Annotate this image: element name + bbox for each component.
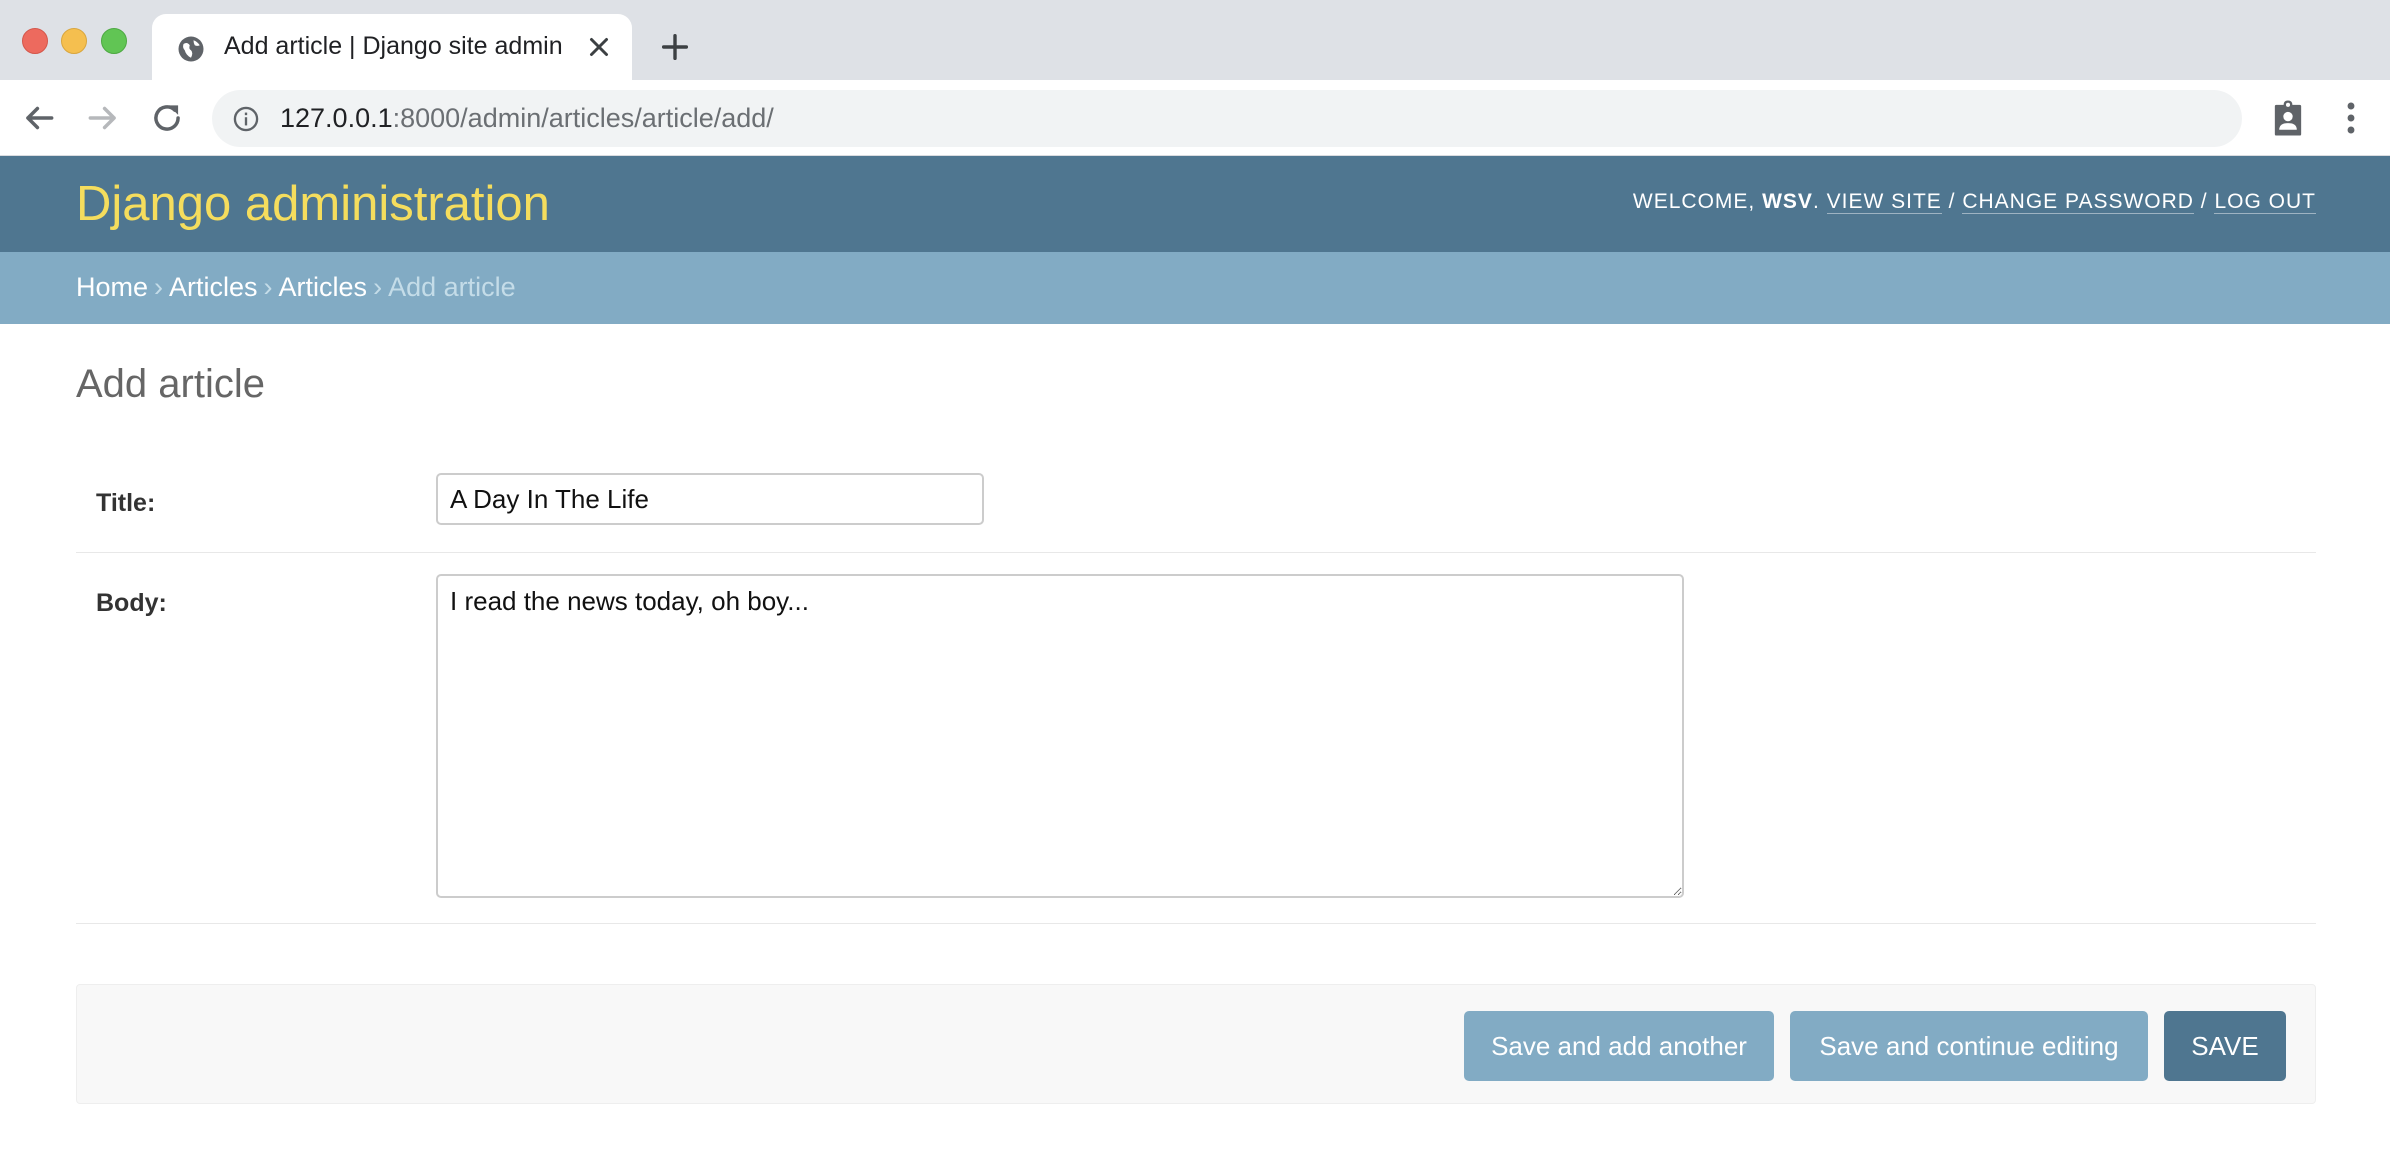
- welcome-text: Welcome,: [1632, 190, 1756, 213]
- save-button[interactable]: Save: [2164, 1011, 2286, 1081]
- log-out-link[interactable]: Log out: [2214, 190, 2316, 214]
- view-site-link[interactable]: View site: [1826, 190, 1942, 214]
- title-input[interactable]: [436, 473, 984, 525]
- submit-row: Save and add another Save and continue e…: [76, 984, 2316, 1104]
- reload-icon[interactable]: [148, 99, 186, 137]
- breadcrumb: Home › Articles › Articles › Add article: [0, 252, 2390, 324]
- info-icon[interactable]: [232, 105, 260, 133]
- breadcrumb-current: Add article: [388, 272, 516, 302]
- arrow-right-icon[interactable]: [84, 99, 122, 137]
- breadcrumb-separator: ›: [373, 272, 383, 302]
- body-label: Body:: [96, 589, 167, 617]
- breadcrumb-trail: Home › Articles › Articles › Add article: [76, 272, 516, 303]
- breadcrumb-separator: ›: [263, 272, 273, 302]
- window-zoom-button[interactable]: [101, 28, 127, 54]
- browser-tab[interactable]: Add article | Django site admin: [152, 14, 632, 80]
- save-and-add-another-button[interactable]: Save and add another: [1464, 1011, 1774, 1081]
- username: wsv: [1762, 190, 1813, 213]
- admin-header: Django administration Welcome, wsv. View…: [0, 156, 2390, 252]
- branding-text[interactable]: Django administration: [76, 177, 550, 231]
- url-text: 127.0.0.1:8000/admin/articles/article/ad…: [280, 103, 774, 134]
- close-icon[interactable]: [584, 32, 614, 62]
- page-title: Add article: [76, 362, 265, 406]
- change-password-link[interactable]: Change password: [1962, 190, 2194, 214]
- arrow-left-icon[interactable]: [20, 99, 58, 137]
- breadcrumb-home[interactable]: Home: [76, 272, 148, 302]
- breadcrumb-app[interactable]: Articles: [169, 272, 258, 302]
- browser-toolbar: 127.0.0.1:8000/admin/articles/article/ad…: [0, 80, 2390, 156]
- form-row-body: Body: I read the news today, oh boy...: [76, 552, 2316, 924]
- window-close-button[interactable]: [22, 28, 48, 54]
- address-bar[interactable]: 127.0.0.1:8000/admin/articles/article/ad…: [212, 90, 2242, 147]
- globe-icon: [178, 36, 204, 62]
- form-row-title: Title:: [76, 455, 2316, 553]
- plus-icon[interactable]: [658, 30, 692, 64]
- clipboard-badge-icon[interactable]: [2270, 99, 2306, 137]
- tab-title: Add article | Django site admin: [224, 32, 563, 60]
- url-path: :8000/admin/articles/article/add/: [392, 103, 774, 133]
- body-textarea[interactable]: I read the news today, oh boy...: [436, 574, 1684, 898]
- window-minimize-button[interactable]: [61, 28, 87, 54]
- site-branding[interactable]: Django administration: [76, 176, 550, 232]
- user-tools: Welcome, wsv. View site / Change passwor…: [1632, 190, 2316, 214]
- browser-tab-bar: Add article | Django site admin: [0, 0, 2390, 80]
- save-and-continue-button[interactable]: Save and continue editing: [1790, 1011, 2148, 1081]
- breadcrumb-separator: ›: [154, 272, 164, 302]
- kebab-menu-icon[interactable]: [2338, 100, 2364, 136]
- breadcrumb-model[interactable]: Articles: [279, 272, 368, 302]
- title-label: Title:: [96, 489, 156, 517]
- url-host: 127.0.0.1: [280, 103, 393, 133]
